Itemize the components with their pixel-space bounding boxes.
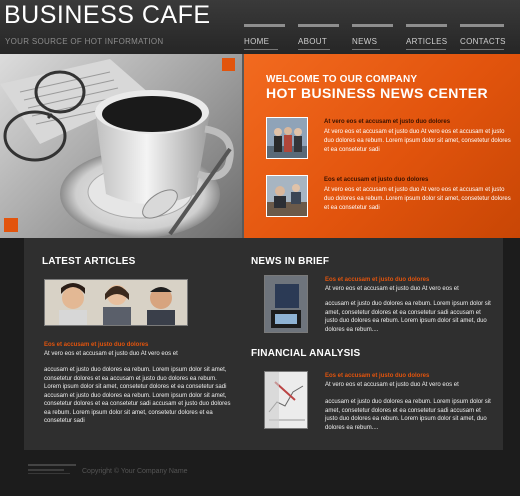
finance-body: accusam et justo duo dolores ea rebum. L… (325, 399, 491, 431)
nav-home[interactable]: HOME (244, 24, 285, 54)
nav-contacts[interactable]: CONTACTS (460, 24, 506, 54)
site-tagline: YOUR SOURCE OF HOT INFORMATION (5, 37, 164, 46)
footer-copyright: Copyright © Your Company Name (82, 468, 188, 475)
nav-underline (244, 49, 278, 50)
finance-lead: At vero eos et accusam et justo duo At v… (325, 382, 459, 388)
latest-article-body: accusam et justo duo dolores ea rebum. L… (44, 367, 231, 424)
header: BUSINESS CAFE YOUR SOURCE OF HOT INFORMA… (0, 0, 520, 54)
latest-article-title[interactable]: Eos et accusam et justo duo dolores (44, 342, 148, 348)
people-thumbnail[interactable] (44, 279, 188, 326)
hero-welcome: WELCOME TO OUR COMPANY (266, 74, 418, 85)
people-image (45, 280, 187, 325)
nav-about-label[interactable]: ABOUT (298, 37, 327, 46)
nav-articles[interactable]: ARTICLES (406, 24, 447, 54)
nav-news-label[interactable]: NEWS (352, 37, 377, 46)
news-brief-title[interactable]: Eos et accusam et justo duo dolores (325, 277, 429, 283)
hero-banner: WELCOME TO OUR COMPANY HOT BUSINESS NEWS… (0, 54, 520, 238)
business-team-thumbnail[interactable] (266, 117, 308, 159)
hero-orange-square (4, 218, 18, 232)
nav-underline (352, 49, 380, 50)
footer-logo (28, 462, 76, 478)
coffee-cup-illustration (0, 59, 234, 238)
hero-news-item[interactable]: At vero eos et accusam et justo duo dolo… (266, 117, 516, 161)
tablet-image (265, 276, 307, 332)
news-brief-body: accusam et justo duo dolores ea rebum. L… (325, 301, 491, 333)
tablet-thumbnail[interactable] (264, 275, 308, 333)
nav-underline (406, 49, 446, 50)
nav-underline (460, 49, 504, 50)
content-panel: LATEST ARTICLES Eos et accusam et justo … (24, 238, 503, 450)
nav-about[interactable]: ABOUT (298, 24, 339, 54)
hero-orange-square (222, 58, 235, 71)
nav-articles-label[interactable]: ARTICLES (406, 37, 447, 46)
news-in-brief-heading: NEWS IN BRIEF (251, 256, 330, 267)
nav-contacts-label[interactable]: CONTACTS (460, 37, 506, 46)
meeting-image (267, 176, 307, 216)
nav-news[interactable]: NEWS (352, 24, 393, 54)
site-title[interactable]: BUSINESS CAFE (4, 1, 211, 30)
hero-news-title[interactable]: At vero eos et accusam et justo duo dolo… (324, 119, 450, 125)
chart-thumbnail[interactable] (264, 371, 308, 429)
hero-headline: HOT BUSINESS NEWS CENTER (266, 85, 488, 101)
financial-analysis-heading: FINANCIAL ANALYSIS (251, 348, 361, 359)
nav-home-label[interactable]: HOME (244, 37, 269, 46)
chart-document-image (265, 372, 307, 428)
meeting-thumbnail[interactable] (266, 175, 308, 217)
hero-news-text: At vero eos et accusam et justo duo At v… (324, 187, 511, 211)
footer-logo-icon (28, 464, 76, 474)
coffee-cup-photo (0, 54, 242, 238)
hero-news-item[interactable]: Eos et accusam et justo duo dolores At v… (266, 175, 516, 219)
nav-underline (298, 49, 330, 50)
hero-news-title[interactable]: Eos et accusam et justo duo dolores (324, 177, 428, 183)
news-brief-lead: At vero eos et accusam et justo duo At v… (325, 286, 459, 292)
hero-news-text: At vero eos et accusam et justo duo At v… (324, 129, 511, 153)
latest-articles-heading: LATEST ARTICLES (42, 256, 136, 267)
hero-news-panel: WELCOME TO OUR COMPANY HOT BUSINESS NEWS… (244, 54, 520, 238)
finance-title[interactable]: Eos et accusam et justo duo dolores (325, 373, 429, 379)
latest-article-lead: At vero eos et accusam et justo duo At v… (44, 351, 178, 357)
business-team-image (267, 118, 307, 158)
